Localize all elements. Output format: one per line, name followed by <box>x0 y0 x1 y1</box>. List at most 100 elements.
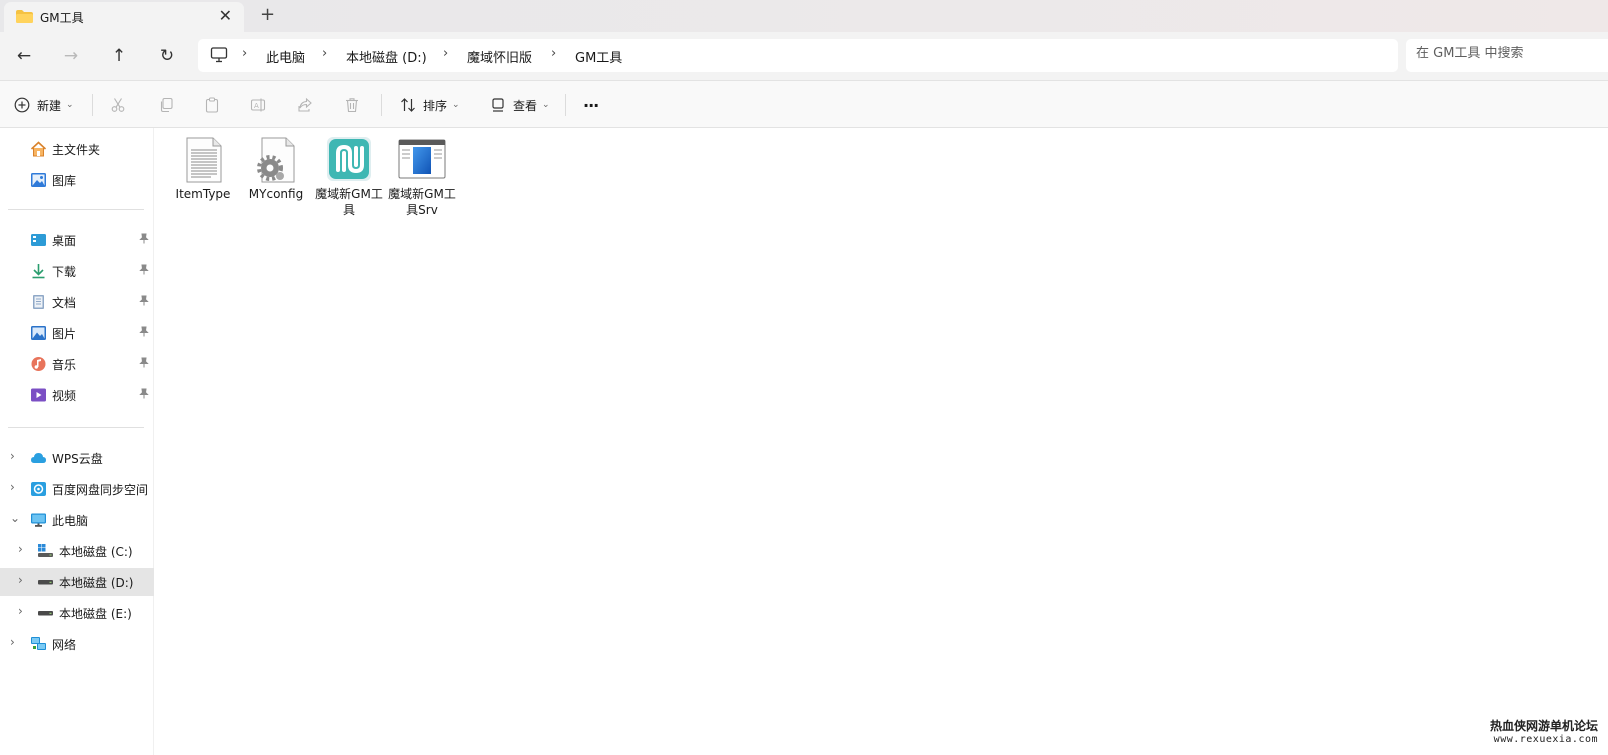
sidebar-item-label: 音乐 <box>52 358 77 372</box>
sidebar-item-drive-d[interactable]: › 本地磁盘 (D:) <box>0 568 154 596</box>
close-tab-icon[interactable]: ✕ <box>219 7 232 25</box>
file-name: MYconfig <box>248 187 304 201</box>
sidebar-item-downloads[interactable]: 下载 <box>0 257 154 285</box>
toolbar-divider <box>92 94 93 116</box>
tab-gm-tools[interactable]: GM工具 ✕ <box>4 2 244 32</box>
breadcrumb-separator[interactable]: › <box>551 46 556 61</box>
download-icon <box>32 264 45 279</box>
sidebar-item-drive-c[interactable]: › 本地磁盘 (C:) <box>0 537 154 565</box>
breadcrumb-moyu[interactable]: 魔域怀旧版 <box>467 47 532 66</box>
view-button[interactable]: 查看 ⌄ <box>490 93 550 117</box>
search-box[interactable] <box>1406 39 1608 72</box>
cloud-icon <box>31 453 46 463</box>
file-list: ItemType MYconfig 魔域新GM工具 魔域新GM工具Srv <box>155 128 1608 755</box>
watermark: 热血侠网游单机论坛 www.rexuexia.com <box>1490 717 1598 745</box>
file-name: 魔域新GM工具Srv <box>388 187 456 217</box>
address-bar[interactable]: › 此电脑 › 本地磁盘 (D:) › 魔域怀旧版 › GM工具 <box>198 39 1398 72</box>
computer-icon[interactable] <box>210 47 228 63</box>
arrow-up-icon: ↑ <box>111 46 127 66</box>
pin-icon[interactable] <box>139 388 149 402</box>
sidebar-item-music[interactable]: 音乐 <box>0 350 154 378</box>
chevron-right-icon[interactable]: › <box>10 449 15 463</box>
sidebar-item-network[interactable]: › 网络 <box>0 630 154 658</box>
sidebar-item-label: 图库 <box>52 174 77 188</box>
share-button[interactable] <box>297 93 313 117</box>
share-icon <box>298 97 312 112</box>
chevron-right-icon[interactable]: › <box>10 635 15 649</box>
sidebar-item-label: 本地磁盘 (E:) <box>59 607 132 621</box>
new-tab-button[interactable]: + <box>260 5 275 25</box>
pin-icon[interactable] <box>139 357 149 371</box>
system-drive-icon <box>38 544 53 557</box>
pictures-icon <box>31 326 46 340</box>
sidebar-item-this-pc[interactable]: ⌄ 此电脑 <box>0 506 154 534</box>
breadcrumb-separator[interactable]: › <box>322 46 327 61</box>
file-name: ItemType <box>175 187 231 201</box>
chevron-right-icon[interactable]: › <box>18 542 23 556</box>
breadcrumb-separator[interactable]: › <box>242 46 247 61</box>
search-input[interactable] <box>1416 46 1606 61</box>
chevron-right-icon[interactable]: › <box>18 573 23 587</box>
paste-button[interactable] <box>204 93 220 117</box>
computer-icon <box>31 513 46 527</box>
sidebar-item-pictures[interactable]: 图片 <box>0 319 154 347</box>
sidebar-divider <box>8 427 144 428</box>
breadcrumb-separator[interactable]: › <box>443 46 448 61</box>
view-icon <box>492 98 504 112</box>
toolbar-divider <box>565 94 566 116</box>
folder-icon <box>16 10 33 23</box>
sidebar-item-label: 图片 <box>52 327 77 341</box>
up-button[interactable]: ↑ <box>107 44 131 68</box>
rename-button[interactable]: A <box>250 93 266 117</box>
pin-icon[interactable] <box>139 264 149 278</box>
chevron-right-icon[interactable]: › <box>10 480 15 494</box>
copy-button[interactable] <box>158 93 174 117</box>
sidebar-item-home[interactable]: 主文件夹 <box>0 135 154 163</box>
file-item-gm-tool[interactable]: 魔域新GM工具 <box>313 136 385 218</box>
pin-icon[interactable] <box>139 326 149 340</box>
home-icon <box>30 141 47 157</box>
sidebar-item-gallery[interactable]: 图库 <box>0 166 154 194</box>
file-item-gm-tool-srv[interactable]: 魔域新GM工具Srv <box>386 136 458 218</box>
chevron-down-icon[interactable]: ⌄ <box>10 511 20 525</box>
music-icon <box>31 357 46 371</box>
baidu-sync-icon <box>31 482 46 496</box>
delete-button[interactable] <box>344 93 360 117</box>
forward-button[interactable]: → <box>59 44 83 68</box>
cut-button[interactable] <box>110 93 126 117</box>
text-file-icon <box>186 137 222 183</box>
watermark-url: www.rexuexia.com <box>1493 734 1598 745</box>
watermark-title: 热血侠网游单机论坛 <box>1489 719 1598 733</box>
sidebar-item-baidu-sync[interactable]: › 百度网盘同步空间 <box>0 475 154 503</box>
sort-button[interactable]: 排序 ⌄ <box>400 93 460 117</box>
sidebar-item-desktop[interactable]: 桌面 <box>0 226 154 254</box>
file-item-itemtype[interactable]: ItemType <box>167 136 239 202</box>
chevron-right-icon[interactable]: › <box>18 604 23 618</box>
video-icon <box>31 388 46 402</box>
trash-icon <box>346 98 358 113</box>
plus-circle-icon <box>14 97 30 113</box>
pin-icon[interactable] <box>139 233 149 247</box>
new-button[interactable]: 新建 ⌄ <box>14 93 74 117</box>
sidebar-item-videos[interactable]: 视频 <box>0 381 154 409</box>
desktop-icon <box>31 234 46 246</box>
command-bar: 新建 ⌄ A 排序 ⌄ 查看 ⌄ ··· <box>0 80 1608 128</box>
pin-icon[interactable] <box>139 295 149 309</box>
svg-text:A: A <box>254 102 259 110</box>
sidebar-item-wps-cloud[interactable]: › WPS云盘 <box>0 444 154 472</box>
sidebar-item-drive-e[interactable]: › 本地磁盘 (E:) <box>0 599 154 627</box>
breadcrumb-drive-d[interactable]: 本地磁盘 (D:) <box>346 47 427 66</box>
breadcrumb-gm-tools[interactable]: GM工具 <box>575 47 622 66</box>
sidebar-item-label: 百度网盘同步空间 <box>52 483 149 497</box>
tab-title: GM工具 <box>40 11 84 25</box>
file-item-myconfig[interactable]: MYconfig <box>240 136 312 202</box>
back-button[interactable]: ← <box>12 44 36 68</box>
breadcrumb-this-pc[interactable]: 此电脑 <box>266 47 305 66</box>
address-row: ← → ↑ ↻ › 此电脑 › 本地磁盘 (D:) › 魔域怀旧版 › GM工具 <box>0 32 1608 80</box>
sidebar-item-documents[interactable]: 文档 <box>0 288 154 316</box>
refresh-button[interactable]: ↻ <box>155 44 179 68</box>
chevron-down-icon: ⌄ <box>542 100 550 110</box>
sidebar-item-label: 桌面 <box>52 234 77 248</box>
more-options-button[interactable]: ··· <box>583 93 599 117</box>
arrow-right-icon: → <box>63 46 79 66</box>
